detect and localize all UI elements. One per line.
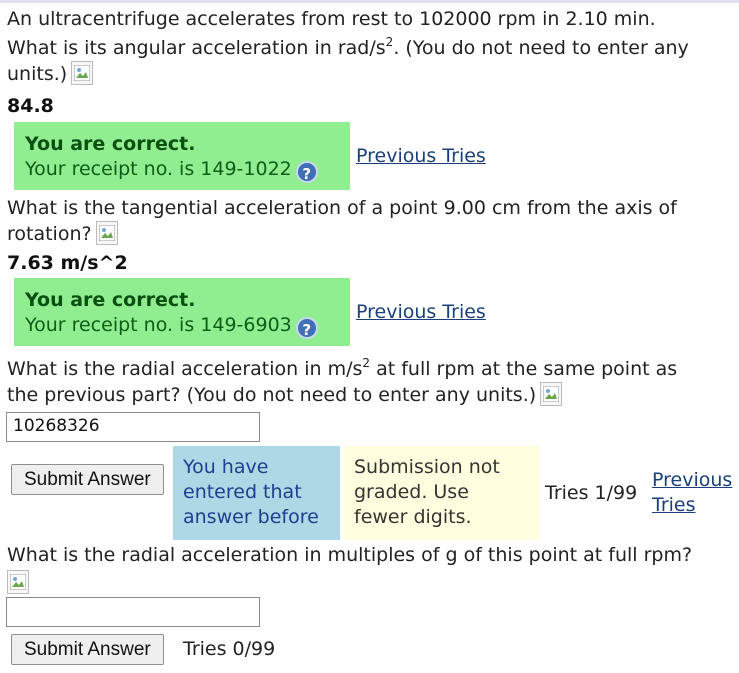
answer-input-4[interactable] <box>6 597 260 627</box>
previous-tries-link-1[interactable]: Previous Tries <box>356 145 486 167</box>
broken-image-icon <box>7 570 29 594</box>
submit-answer-button-4[interactable]: Submit Answer <box>11 634 164 665</box>
superscript: 2 <box>362 356 371 370</box>
question-2-answer: 7.63 m/s^2 <box>7 252 128 274</box>
link-line[interactable]: Previous <box>652 468 732 493</box>
question-4-text: What is the radial acceleration in multi… <box>7 543 735 596</box>
question-2-text-part: rotation? <box>7 223 92 245</box>
question-1-answer: 84.8 <box>7 95 54 117</box>
broken-image-icon <box>71 61 94 85</box>
notice-line: Submission not <box>354 456 500 478</box>
not-graded-notice: Submission not graded. Use fewer digits. <box>344 446 540 540</box>
top-border <box>0 0 739 3</box>
question-2-line-2: rotation? <box>7 221 735 247</box>
submit-answer-button-3[interactable]: Submit Answer <box>11 464 164 495</box>
notice-line: entered that <box>183 481 302 503</box>
question-3-text-part: What is the radial acceleration in m/s <box>7 358 363 380</box>
link-line[interactable]: Tries <box>652 493 732 518</box>
receipt-line: Your receipt no. is 149-6903? <box>25 313 350 339</box>
question-1-text-part: What is its angular acceleration in rad/… <box>7 37 386 59</box>
question-1-text-part: units.) <box>7 63 68 85</box>
notice-line: fewer digits. <box>354 506 472 528</box>
receipt-text: Your receipt no. is 149-6903 <box>25 314 292 336</box>
question-2-text: What is the tangential acceleration of a… <box>7 196 735 247</box>
question-3-text-part: at full rpm at the same point as <box>370 358 678 380</box>
question-1-text-part: . (You do not need to enter any <box>393 37 689 59</box>
receipt-text: Your receipt no. is 149-1022 <box>25 158 292 180</box>
question-2-line-1: What is the tangential acceleration of a… <box>7 197 677 219</box>
notice-line: You have <box>183 456 269 478</box>
notice-line: graded. Use <box>354 481 469 503</box>
question-3-line-2: the previous part? (You do not need to e… <box>7 382 735 408</box>
question-3-text: What is the radial acceleration in m/s2 … <box>7 357 735 408</box>
answer-input-3[interactable]: 10268326 <box>6 412 260 442</box>
broken-image-icon <box>540 382 563 406</box>
correct-feedback-2: You are correct. Your receipt no. is 149… <box>14 278 350 346</box>
receipt-line: Your receipt no. is 149-1022? <box>25 157 350 183</box>
question-1-text: An ultracentrifuge accelerates from rest… <box>7 7 735 87</box>
question-1-line-3: units.) <box>7 61 735 87</box>
previous-tries-link-3[interactable]: Previous Tries <box>652 468 732 518</box>
question-4-line-1: What is the radial acceleration in multi… <box>7 544 693 566</box>
help-icon[interactable]: ? <box>295 161 318 183</box>
correct-title: You are correct. <box>25 289 196 311</box>
correct-title: You are correct. <box>25 133 196 155</box>
help-icon[interactable]: ? <box>295 317 318 339</box>
question-1-line-1: An ultracentrifuge accelerates from rest… <box>7 8 656 30</box>
correct-feedback-1: You are correct. Your receipt no. is 149… <box>14 122 350 190</box>
tries-counter-4: Tries 0/99 <box>183 638 276 660</box>
question-1-line-2: What is its angular acceleration in rad/… <box>7 36 735 61</box>
already-entered-notice: You have entered that answer before <box>173 446 340 540</box>
notice-line: answer before <box>183 506 319 528</box>
question-3-line-1: What is the radial acceleration in m/s2 … <box>7 357 735 382</box>
tries-counter-3: Tries 1/99 <box>545 482 638 504</box>
broken-image-icon <box>95 221 118 245</box>
question-3-text-part: the previous part? (You do not need to e… <box>7 384 537 406</box>
question-4-line-2 <box>7 570 735 596</box>
previous-tries-link-2[interactable]: Previous Tries <box>356 301 486 323</box>
